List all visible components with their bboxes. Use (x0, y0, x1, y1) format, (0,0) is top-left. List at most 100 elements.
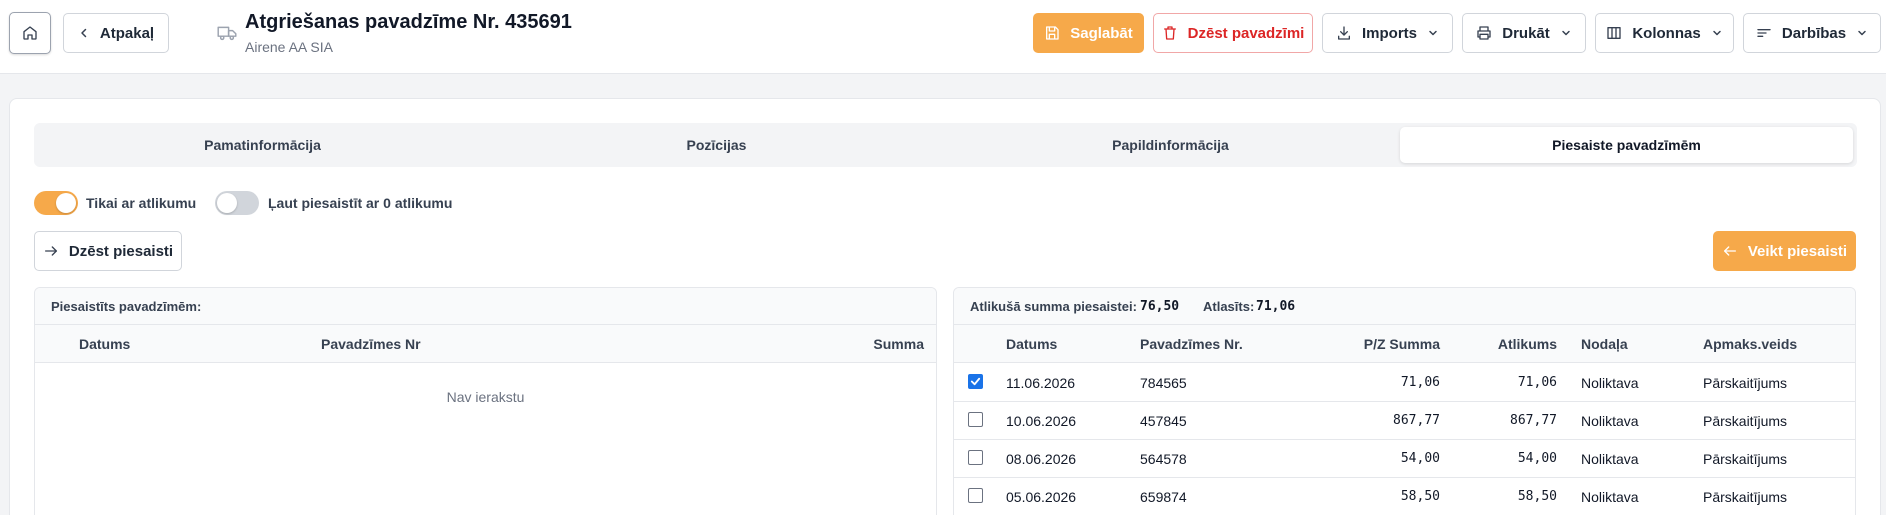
tab-positions[interactable]: Pozīcijas (492, 127, 941, 163)
column-header-date[interactable]: Datums (1006, 336, 1057, 352)
remaining-sum-label: Atlikušā summa piesaistei: (970, 299, 1137, 314)
home-icon (23, 26, 37, 40)
remaining-sum-value: 76,50 (1140, 299, 1180, 314)
column-header-department[interactable]: Nodaļa (1581, 336, 1628, 352)
actions-label: Darbības (1781, 24, 1847, 42)
imports-label: Imports (1361, 24, 1417, 42)
available-panel-header: Atlikušā summa piesaistei: 76,50 Atlasīt… (954, 288, 1855, 325)
row-checkbox[interactable] (968, 488, 983, 503)
chevron-down-icon (1858, 30, 1866, 36)
column-header-document-number[interactable]: Pavadzīmes Nr. (1140, 336, 1243, 352)
chevron-down-icon (1712, 30, 1721, 36)
column-header-payment-type[interactable]: Apmaks.veids (1703, 336, 1797, 352)
tab-basic-info[interactable]: Pamatinformācija (38, 127, 487, 163)
imports-dropdown[interactable]: Imports (1322, 13, 1453, 53)
row-department: Noliktava (1581, 489, 1639, 505)
truck-icon (217, 26, 237, 41)
row-document-amount: 54,00 (1400, 451, 1440, 466)
row-date: 05.06.2026 (1006, 489, 1077, 505)
row-date: 11.06.2026 (1006, 375, 1076, 391)
row-balance: 71,06 (1517, 375, 1557, 390)
column-header-amount[interactable]: Summa (873, 336, 924, 352)
selected-sum-value: 71,06 (1256, 299, 1296, 314)
arrow-right-icon (44, 246, 57, 256)
row-document-number: 659874 (1140, 489, 1187, 505)
row-document-amount: 867,77 (1393, 413, 1440, 428)
row-date: 08.06.2026 (1006, 451, 1077, 467)
linked-panel-header: Piesaistīts pavadzīmēm: (35, 288, 936, 325)
column-header-document-amount[interactable]: P/Z Summa (1364, 336, 1440, 352)
column-header-date[interactable]: Datums (79, 336, 130, 352)
perform-link-button[interactable]: Veikt piesaisti (1713, 231, 1856, 271)
available-documents-panel: Atlikušā summa piesaistei: 76,50 Atlasīt… (953, 287, 1856, 515)
page-subtitle: Airene AA SIA (245, 39, 333, 55)
delete-document-label: Dzēst pavadzīmi (1187, 24, 1305, 42)
table-row[interactable]: 11.06.2026 784565 71,06 71,06 Noliktava Pārsk… (954, 364, 1855, 402)
tab-bar: Pamatinformācija Pozīcijas Papildinformā… (34, 123, 1857, 167)
row-payment-type: Pārskaitījums (1703, 375, 1788, 391)
linked-documents-panel: Piesaistīts pavadzīmēm: Datums Pavadzīme… (34, 287, 937, 515)
trash-icon (1163, 26, 1176, 40)
linked-table-header: Datums Pavadzīmes Nr Summa (35, 325, 936, 363)
allow-zero-balance-label: Ļaut piesaistīt ar 0 atlikumu (268, 195, 453, 211)
printer-icon (1477, 26, 1491, 40)
print-dropdown[interactable]: Drukāt (1462, 13, 1586, 53)
row-balance: 867,77 (1510, 413, 1557, 428)
back-button[interactable]: Atpakaļ (63, 13, 169, 53)
tab-additional-info[interactable]: Papildinformācija (946, 127, 1395, 163)
row-document-amount: 58,50 (1400, 489, 1440, 504)
row-payment-type: Pārskaitījums (1703, 413, 1788, 429)
arrow-left-icon (1723, 246, 1736, 256)
row-document-number: 457845 (1140, 413, 1187, 429)
table-row[interactable]: 08.06.2026 564578 54,00 54,00 Noliktava Pārsk… (954, 440, 1855, 478)
tab-link-documents[interactable]: Piesaiste pavadzīmēm (1400, 127, 1853, 163)
only-with-balance-label: Tikai ar atlikumu (86, 195, 197, 211)
empty-state-text: Nav ierakstu (446, 389, 525, 405)
allow-zero-balance-toggle[interactable] (215, 191, 259, 215)
columns-icon (1607, 27, 1621, 39)
row-department: Noliktava (1581, 375, 1639, 391)
chevron-down-icon (1562, 30, 1570, 36)
save-icon (1046, 26, 1059, 40)
selected-sum-label: Atlasīts: (1203, 299, 1255, 314)
page-title: Atgriešanas pavadzīme Nr. 435691 (245, 11, 572, 33)
linked-panel-title: Piesaistīts pavadzīmēm: (51, 299, 202, 314)
delete-link-label: Dzēst piesaisti (68, 242, 174, 260)
toggle-knob (56, 193, 76, 213)
toggle-knob (217, 193, 237, 213)
list-filter-icon (1757, 28, 1771, 37)
delete-document-button[interactable]: Dzēst pavadzīmi (1153, 13, 1313, 53)
row-department: Noliktava (1581, 451, 1639, 467)
row-checkbox[interactable] (968, 412, 983, 427)
row-document-number: 564578 (1140, 451, 1187, 467)
column-header-balance[interactable]: Atlikums (1498, 336, 1557, 352)
row-document-number: 784565 (1140, 375, 1187, 391)
columns-label: Kolonnas (1632, 24, 1701, 42)
save-button[interactable]: Saglabāt (1033, 13, 1144, 53)
row-payment-type: Pārskaitījums (1703, 489, 1788, 505)
actions-dropdown[interactable]: Darbības (1743, 13, 1881, 53)
row-department: Noliktava (1581, 413, 1639, 429)
row-checkbox[interactable] (968, 374, 983, 389)
chevron-left-icon (81, 28, 87, 38)
row-balance: 54,00 (1517, 451, 1557, 466)
delete-link-button[interactable]: Dzēst piesaisti (34, 231, 182, 271)
table-row[interactable]: 05.06.2026 659874 58,50 58,50 Noliktava Pārsk… (954, 478, 1855, 515)
column-header-document-number[interactable]: Pavadzīmes Nr (321, 336, 421, 352)
chevron-down-icon (1429, 30, 1437, 36)
back-button-label: Atpakaļ (99, 24, 155, 42)
row-document-amount: 71,06 (1400, 375, 1440, 390)
row-balance: 58,50 (1517, 489, 1557, 504)
available-table-header: Datums Pavadzīmes Nr. P/Z Summa Atlikums… (954, 325, 1855, 363)
print-label: Drukāt (1502, 24, 1550, 42)
home-button[interactable] (9, 12, 51, 54)
perform-link-label: Veikt piesaisti (1747, 242, 1848, 260)
save-button-label: Saglabāt (1070, 24, 1133, 42)
row-checkbox[interactable] (968, 450, 983, 465)
row-date: 10.06.2026 (1006, 413, 1077, 429)
row-payment-type: Pārskaitījums (1703, 451, 1788, 467)
table-row[interactable]: 10.06.2026 457845 867,77 867,77 Noliktava Pār… (954, 402, 1855, 440)
columns-dropdown[interactable]: Kolonnas (1595, 13, 1734, 53)
only-with-balance-toggle[interactable] (34, 191, 78, 215)
download-icon (1337, 26, 1350, 40)
